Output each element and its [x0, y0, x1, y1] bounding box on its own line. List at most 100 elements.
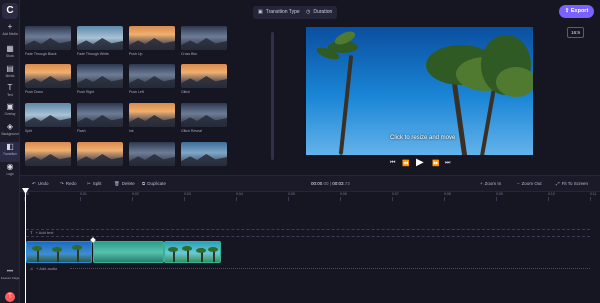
- transition-tile[interactable]: Flash: [77, 103, 123, 141]
- sidebar-item-add-media[interactable]: + Add Media: [0, 22, 20, 42]
- tile-caption: Cross Blur: [181, 52, 198, 56]
- transition-tile[interactable]: Fade Through White: [77, 26, 123, 64]
- tile-thumbnail: [129, 64, 175, 88]
- transition-tile[interactable]: Push Up: [129, 26, 175, 64]
- transition-tile[interactable]: Fade Through Black: [25, 26, 71, 64]
- skip-start-icon[interactable]: ⏮: [390, 160, 395, 167]
- split-button[interactable]: ✂ Split: [87, 181, 102, 187]
- tile-caption: Glitch Reveal: [181, 129, 202, 133]
- tile-thumbnail: [77, 26, 123, 50]
- stock-icon: ▦: [6, 44, 14, 53]
- app-window: C + Add Media ▦ Stock ▤ Media T Text ▣ O…: [0, 0, 600, 303]
- transition-tile[interactable]: [129, 142, 175, 166]
- tile-thumbnail: [129, 103, 175, 127]
- tile-thumbnail: [181, 64, 227, 88]
- total-time: 00:03: [332, 181, 344, 186]
- transition-tile[interactable]: Split: [25, 103, 71, 141]
- transition-tile[interactable]: Push Down: [25, 64, 71, 102]
- delete-button[interactable]: 🗑 Delete: [114, 181, 135, 187]
- tile-thumbnail: [25, 26, 71, 50]
- transition-tile[interactable]: [77, 142, 123, 166]
- sidebar-item-label: Background: [1, 132, 19, 136]
- sidebar-item-label: Text: [7, 93, 13, 97]
- plus-icon: +: [480, 181, 483, 186]
- video-clip[interactable]: [26, 241, 92, 263]
- transition-tile[interactable]: Push Left: [129, 64, 175, 102]
- undo-label: Undo: [37, 181, 49, 186]
- transition-tile[interactable]: Cross Blur: [181, 26, 227, 64]
- timeline-ruler[interactable]: :00 0:01 0:02 0:03 0:04 0:05 0:06 0:07 0…: [20, 192, 600, 202]
- undo-button[interactable]: ↶ Undo: [32, 181, 49, 187]
- sidebar-item-text[interactable]: T Text: [0, 83, 20, 103]
- tile-thumbnail: [25, 64, 71, 88]
- transition-tile[interactable]: Glitch: [181, 64, 227, 102]
- export-button[interactable]: ⇪ Export: [559, 5, 594, 18]
- transition-tile[interactable]: Glitch Reveal: [181, 103, 227, 141]
- sidebar-item-label: Overlay: [4, 112, 16, 116]
- ruler-tick: 0:08: [444, 192, 451, 201]
- ruler-tick: 0:04: [236, 192, 243, 201]
- fast-forward-icon[interactable]: ⏩: [432, 160, 439, 167]
- play-icon[interactable]: ▶: [416, 157, 424, 168]
- sidebar-item-media[interactable]: ▤ Media: [0, 64, 20, 84]
- text-track[interactable]: [26, 229, 590, 237]
- redo-button[interactable]: ↷ Redo: [60, 181, 77, 187]
- avatar[interactable]: T: [5, 292, 15, 302]
- rewind-icon[interactable]: ⏪: [402, 160, 409, 167]
- video-clip[interactable]: [164, 241, 221, 263]
- tile-thumbnail: [77, 142, 123, 166]
- add-text-button[interactable]: T + Add text: [30, 230, 53, 235]
- transition-tile[interactable]: [181, 142, 227, 166]
- library-scrollbar[interactable]: [271, 32, 274, 160]
- video-preview[interactable]: Click to resize and move: [306, 27, 533, 155]
- ruler-tick: 0:05: [288, 192, 295, 201]
- transition-type-button[interactable]: ▣ Transition Type: [253, 6, 305, 19]
- tile-thumbnail: [77, 64, 123, 88]
- video-clip[interactable]: [93, 241, 164, 263]
- feature-flags-button[interactable]: ••• Feature Flags: [0, 268, 20, 290]
- audio-track[interactable]: [70, 268, 590, 272]
- sidebar-item-logo[interactable]: ◉ Logo: [0, 162, 20, 182]
- aspect-ratio-button[interactable]: 16:9: [567, 27, 584, 38]
- sidebar-item-stock[interactable]: ▦ Stock: [0, 44, 20, 64]
- duplicate-icon: ⧉: [142, 181, 146, 186]
- tile-caption: Push Left: [129, 90, 144, 94]
- tile-caption: Ink: [129, 129, 134, 133]
- zoom-out-button[interactable]: − Zoom Out: [517, 181, 542, 186]
- tile-caption: Push Down: [25, 90, 43, 94]
- tile-caption: Split: [25, 129, 32, 133]
- transition-tile[interactable]: [25, 142, 71, 166]
- transition-tile[interactable]: Push Right: [77, 64, 123, 102]
- total-frames: .73: [343, 181, 350, 186]
- skip-end-icon[interactable]: ⏭: [445, 160, 450, 167]
- duplicate-button[interactable]: ⧉ Duplicate: [142, 181, 166, 186]
- transition-type-icon: ▣: [258, 9, 263, 15]
- sidebar-item-background[interactable]: ◈ Background: [0, 122, 20, 142]
- plus-icon: +: [7, 22, 13, 31]
- ruler-tick: 0:07: [392, 192, 399, 201]
- sidebar-item-label: Transition: [3, 152, 17, 156]
- add-audio-button[interactable]: ♫ + Add audio: [30, 266, 57, 271]
- feature-flags-label: Feature Flags: [0, 276, 20, 280]
- playhead[interactable]: [25, 190, 26, 303]
- tile-thumbnail: [129, 26, 175, 50]
- tile-thumbnail: [181, 26, 227, 50]
- sidebar-item-overlay[interactable]: ▣ Overlay: [0, 102, 20, 122]
- transition-tile[interactable]: Ink: [129, 103, 175, 141]
- zoom-in-label: Zoom In: [484, 181, 502, 186]
- fit-icon: ⤢: [556, 181, 560, 186]
- ruler-tick: 0:01: [80, 192, 87, 201]
- app-logo[interactable]: C: [2, 3, 18, 19]
- ruler-tick: 0:02: [132, 192, 139, 201]
- export-label: Export: [570, 8, 589, 14]
- zoom-in-button[interactable]: + Zoom In: [480, 181, 501, 186]
- duplicate-label: Duplicate: [147, 181, 166, 186]
- tile-caption: Fade Through Black: [25, 52, 57, 56]
- trash-icon: 🗑: [114, 181, 120, 186]
- fit-to-screen-button[interactable]: ⤢ Fit To Screen: [556, 181, 588, 186]
- transition-icon: ◧: [6, 142, 14, 151]
- sidebar-item-label: Logo: [6, 172, 14, 176]
- duration-button[interactable]: ◷ Duration: [301, 6, 338, 19]
- sidebar-item-transition[interactable]: ◧ Transition: [0, 142, 20, 162]
- undo-icon: ↶: [32, 181, 36, 186]
